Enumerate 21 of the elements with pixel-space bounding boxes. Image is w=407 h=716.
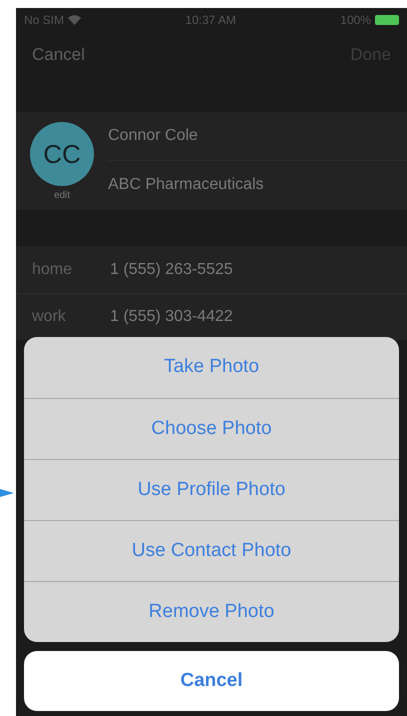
cancel-link[interactable]: Cancel bbox=[32, 42, 85, 68]
phone-label[interactable]: work bbox=[32, 305, 110, 329]
battery-icon bbox=[374, 15, 399, 25]
cancel-button[interactable]: Cancel bbox=[24, 651, 399, 711]
action-button[interactable]: Choose Photo bbox=[24, 398, 399, 459]
phone-label[interactable]: home bbox=[32, 258, 110, 282]
time-text: 10:37 AM bbox=[185, 12, 236, 29]
action-button[interactable]: Use Contact Photo bbox=[24, 520, 399, 581]
phone-number[interactable]: 1 (555) 303-4422 bbox=[110, 305, 233, 329]
name-field[interactable]: Connor Cole bbox=[108, 112, 407, 160]
pointer-arrow-icon bbox=[0, 486, 14, 500]
action-button[interactable]: Use Profile Photo bbox=[24, 459, 399, 520]
company-field[interactable]: ABC Pharmaceuticals bbox=[108, 160, 407, 208]
carrier-text: No SIM bbox=[24, 12, 64, 29]
avatar-circle[interactable]: CC bbox=[30, 122, 94, 186]
battery-percent: 100% bbox=[340, 12, 371, 29]
phone-number[interactable]: 1 (555) 263-5525 bbox=[110, 258, 233, 282]
edit-label[interactable]: edit bbox=[54, 188, 70, 203]
wifi-icon bbox=[68, 15, 82, 25]
action-button[interactable]: Remove Photo bbox=[24, 581, 399, 642]
action-button[interactable]: Take Photo bbox=[24, 337, 399, 398]
